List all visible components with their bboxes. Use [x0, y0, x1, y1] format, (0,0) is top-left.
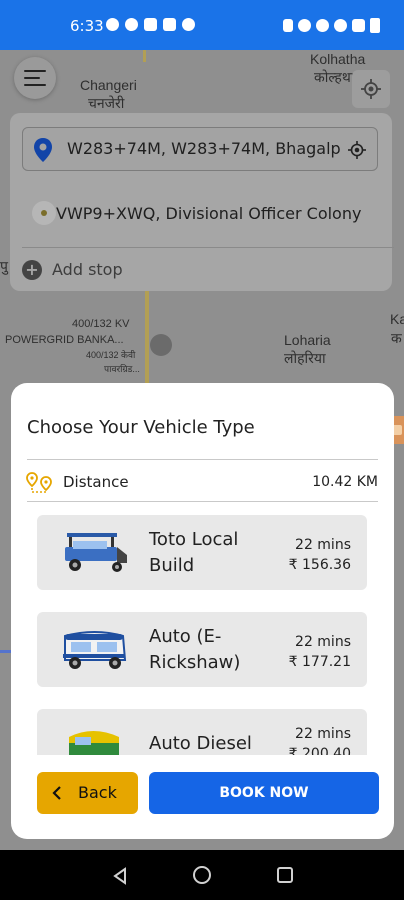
- hotspot-icon: [316, 19, 329, 32]
- nav-home-icon[interactable]: [193, 866, 211, 884]
- drop-field[interactable]: VWP9+XWQ, Divisional Officer Colony: [22, 193, 382, 233]
- fan-icon: [125, 18, 138, 31]
- map-label-edge: Ka: [390, 311, 404, 327]
- location-pin-icon: [34, 138, 52, 162]
- distance-label: Distance: [63, 473, 129, 491]
- map-label-kolhatha: Kolhatha: [310, 51, 366, 67]
- current-location-icon[interactable]: [348, 141, 366, 159]
- status-system-icons: [283, 18, 380, 33]
- back-button-label: Back: [78, 783, 117, 802]
- divider: [22, 247, 394, 248]
- route-distance-icon: [26, 472, 52, 493]
- vehicle-list[interactable]: Toto Local Build 22 mins ₹ 156.36 Auto (…: [11, 501, 394, 755]
- map-label-powergrid: POWERGRID BANKA...: [5, 334, 124, 346]
- map-label-kolhatha-hindi: कोल्हथा: [314, 69, 355, 85]
- vehicle-name: Auto (E-Rickshaw): [149, 626, 241, 673]
- video-icon: [144, 18, 157, 31]
- vehicle-fare: ₹ 156.36: [288, 557, 351, 573]
- hamburger-icon-line: [24, 77, 40, 79]
- location-icon: [298, 19, 311, 32]
- map-label-loharia-hindi: लोहरिया: [284, 350, 326, 366]
- map-label-changeri: Changeri: [80, 77, 137, 93]
- map-label-substation-hindi: 400/132 केवी: [86, 350, 136, 360]
- vehicle-option-e-rickshaw[interactable]: Auto (E-Rickshaw) 22 mins ₹ 177.21: [37, 612, 367, 687]
- menu-button[interactable]: [14, 57, 56, 99]
- map-label-substation: 400/132 KV: [72, 318, 130, 330]
- map-label-loharia: Loharia: [284, 332, 331, 348]
- gallery-icon: [163, 18, 176, 31]
- chevron-left-icon: [52, 786, 61, 800]
- plus-icon: +: [22, 260, 42, 280]
- nav-recent-apps-icon[interactable]: [277, 867, 293, 883]
- nav-back-icon[interactable]: [112, 867, 128, 885]
- cloud-icon: [182, 18, 195, 31]
- wifi-icon: [334, 19, 347, 32]
- map-label-edge-hindi: क: [391, 330, 402, 346]
- hamburger-icon-line: [24, 84, 46, 86]
- vehicle-option-auto-diesel[interactable]: Auto Diesel 22 mins ₹ 200.40: [37, 709, 367, 755]
- map-label-left-edge: पु: [0, 258, 8, 274]
- status-notification-icons: [106, 18, 195, 31]
- pickup-address: W283+74M, W283+74M, Bhagalp: [67, 139, 341, 158]
- auto-diesel-vehicle-icon: [69, 731, 119, 755]
- status-time: 6:33: [70, 17, 104, 35]
- battery-icon: [370, 18, 380, 33]
- distance-value: 10.42 KM: [312, 474, 378, 490]
- signal-icon: [352, 19, 365, 32]
- vehicle-name: Toto Local Build: [149, 529, 239, 576]
- crosshair-icon: [361, 79, 381, 99]
- network-speed-icon: [283, 19, 293, 32]
- route-search-panel: W283+74M, W283+74M, Bhagalp VWP9+XWQ, Di…: [10, 113, 394, 291]
- add-stop-label: Add stop: [52, 260, 123, 279]
- back-button[interactable]: Back: [37, 772, 138, 814]
- vehicle-selection-sheet: Choose Your Vehicle Type Distance 10.42 …: [11, 383, 394, 839]
- map-label-powergrid-hindi: पावरग्रिड...: [104, 364, 140, 374]
- status-bar: 6:33: [0, 0, 404, 50]
- map-road: [145, 290, 149, 385]
- my-location-button[interactable]: [352, 70, 390, 108]
- notification-app-icon: [106, 18, 119, 31]
- divider: [27, 459, 378, 460]
- map-poi-icon: [150, 334, 172, 356]
- drop-address: VWP9+XWQ, Divisional Officer Colony: [56, 204, 362, 223]
- pickup-field[interactable]: W283+74M, W283+74M, Bhagalp: [22, 127, 378, 171]
- vehicle-eta: 22 mins: [295, 537, 351, 553]
- system-navigation-bar: [0, 850, 404, 900]
- sheet-title: Choose Your Vehicle Type: [27, 417, 255, 438]
- e-rickshaw-vehicle-icon: [63, 631, 127, 669]
- map-label-changeri-hindi: चनजेरी: [88, 95, 125, 111]
- book-now-button[interactable]: BOOK NOW: [149, 772, 379, 814]
- map-road: [143, 50, 146, 62]
- vehicle-eta: 22 mins: [295, 726, 351, 742]
- vehicle-fare: ₹ 177.21: [288, 654, 351, 670]
- vehicle-eta: 22 mins: [295, 634, 351, 650]
- hamburger-icon: [24, 70, 46, 72]
- toto-vehicle-icon: [65, 533, 127, 572]
- drop-dot-icon: [32, 201, 56, 225]
- vehicle-name: Auto Diesel: [149, 733, 252, 754]
- vehicle-fare: ₹ 200.40: [288, 746, 351, 755]
- vehicle-option-toto[interactable]: Toto Local Build 22 mins ₹ 156.36: [37, 515, 367, 590]
